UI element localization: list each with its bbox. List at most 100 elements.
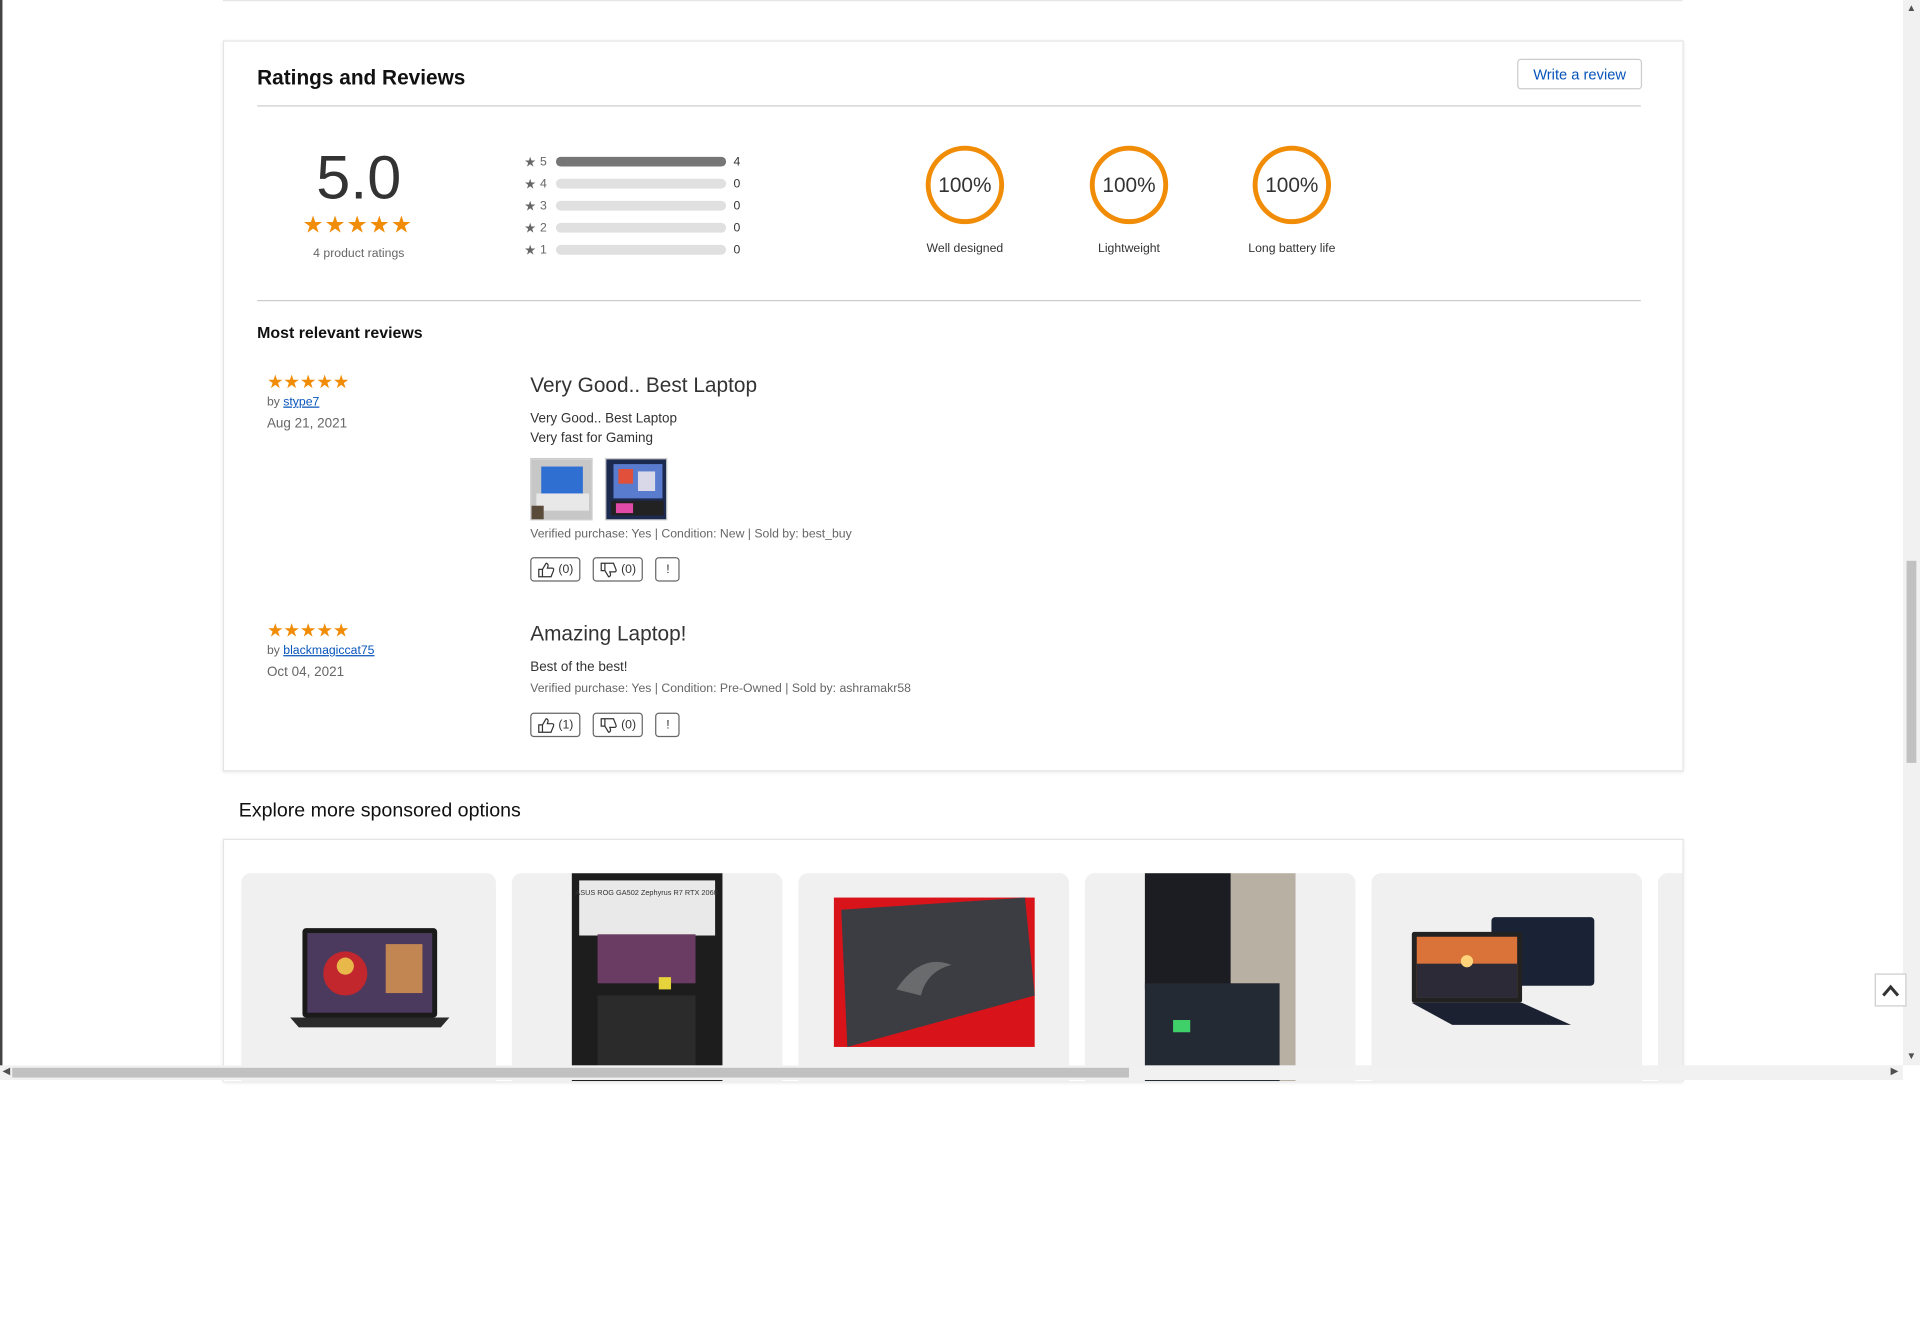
histogram-row[interactable]: ★ 4 0 [524,173,740,195]
reviews-heading: Most relevant reviews [257,323,423,342]
svg-text:100%: 100% [1265,174,1318,197]
review-text-line: Best of the best! [530,660,628,675]
histogram-row[interactable]: ★ 3 0 [524,195,740,217]
unhelpful-button[interactable]: (0) [592,712,644,738]
explore-heading: Explore more sponsored options [238,800,521,822]
star-icon: ★ [332,620,350,642]
average-rating: 5.0 [316,143,402,212]
write-review-button[interactable]: Write a review [1517,58,1643,90]
review-author-block: ★ ★ ★ ★ ★ by stype7 Aug 21, 2021 [267,373,349,431]
histogram-count: 0 [733,176,741,191]
histogram-count: 0 [733,243,741,257]
helpful-count: (0) [558,562,574,577]
star-icon: ★ [332,372,350,394]
review-text: Best of the best! [530,658,911,678]
scroll-up-icon[interactable]: ▲ [1907,2,1917,13]
review-title: Very Good.. Best Laptop [530,373,758,397]
product-image [290,928,450,1028]
scroll-left-icon[interactable]: ◀ [2,1065,10,1076]
product-image [833,897,1035,1047]
review-text: Very Good.. Best Laptop Very fast for Ga… [530,409,852,448]
product-image [1144,873,1296,1082]
star-icon: ★ [324,213,346,239]
review-date: Aug 21, 2021 [266,416,348,432]
star-icon: ★ [316,620,333,642]
ratings-count: 4 product ratings [313,247,405,261]
review-stars: ★ ★ ★ ★ ★ [267,373,349,391]
star-icon: ★ [524,221,537,236]
aspect-well-designed: 100% Well designed [898,144,1033,256]
chevron-up-icon [1882,983,1900,996]
thumbs-up-icon [538,717,555,733]
review-feedback: (1) (0) ! [530,712,911,738]
review-feedback: (0) (0) ! [530,557,852,582]
svg-text:100%: 100% [938,174,991,197]
rating-histogram: ★ 5 4 ★ 4 0 ★ 3 0 ★ 2 0 ★ 1 0 [524,151,740,261]
histogram-star-level: 4 [540,176,547,191]
report-button[interactable]: ! [655,557,681,582]
star-icon: ★ [346,213,368,239]
product-tile[interactable]: ASUS ROG GA502 Zephyrus R7 RTX 2060 [511,873,783,1082]
histogram-bar [555,156,727,167]
product-tile[interactable] [1657,873,1683,1082]
scroll-down-icon[interactable]: ▼ [1907,1051,1917,1062]
histogram-row[interactable]: ★ 2 0 [524,217,740,239]
review-title: Amazing Laptop! [530,622,687,646]
review-photo[interactable] [530,457,593,521]
helpful-button[interactable]: (0) [530,557,581,582]
horizontal-scrollbar[interactable]: ◀ ▶ [0,1065,1903,1081]
helpful-button[interactable]: (1) [530,712,581,738]
helpful-count: (1) [558,718,574,732]
aspect-label: Long battery life [1248,242,1336,256]
product-tile[interactable] [798,873,1069,1082]
thumbs-down-icon [600,562,618,577]
percent-ring: 100% [1089,145,1169,225]
thumbs-down-icon [600,717,618,733]
review-text-line: Very fast for Gaming [530,431,653,446]
horizontal-scroll-thumb[interactable] [12,1067,1129,1078]
product-image [1411,917,1595,1025]
report-button[interactable]: ! [655,712,681,738]
star-icon: ★ [524,243,537,258]
back-to-top-button[interactable] [1874,973,1907,1007]
histogram-star-level: 5 [540,154,547,169]
divider [257,105,1641,107]
star-icon: ★ [299,620,317,642]
review-by: by blackmagiccat75 [267,644,375,657]
histogram-row[interactable]: ★ 5 4 [524,151,740,173]
divider [257,300,1641,302]
vertical-scroll-thumb[interactable] [1906,560,1917,763]
review-photo[interactable] [604,457,668,521]
unhelpful-count: (0) [621,718,637,732]
section-title: Ratings and Reviews [257,66,466,90]
product-tile[interactable] [1371,873,1643,1082]
review-stars: ★ ★ ★ ★ ★ [267,622,375,640]
aspect-lightweight: 100% Lightweight [1062,144,1197,256]
histogram-row[interactable]: ★ 1 0 [524,239,740,261]
star-icon: ★ [283,372,300,394]
star-icon: ★ [524,154,537,170]
product-tile[interactable] [241,873,496,1082]
svg-text:100%: 100% [1102,174,1155,197]
histogram-bar [555,222,727,233]
histogram-count: 4 [733,154,741,169]
star-icon: ★ [283,620,300,642]
histogram-star-level: 2 [540,221,547,235]
star-icon: ★ [390,213,412,239]
star-icon: ★ [524,198,537,214]
unhelpful-button[interactable]: (0) [592,557,644,582]
scroll-right-icon[interactable]: ▶ [1891,1065,1899,1076]
review-body: Very Good.. Best Laptop Very Good.. Best… [530,373,852,582]
vertical-scrollbar[interactable]: ▲ ▼ [1902,0,1920,1066]
star-icon: ★ [266,372,284,394]
aspect-long-battery-life: 100% Long battery life [1225,144,1360,256]
unhelpful-count: (0) [621,562,637,577]
review-author-link[interactable]: stype7 [283,396,319,409]
thumbs-up-icon [538,562,555,577]
product-tile[interactable] [1084,873,1356,1082]
histogram-count: 0 [733,198,741,213]
review-meta: Verified purchase: Yes | Condition: Pre-… [530,682,911,696]
review-author-link[interactable]: blackmagiccat75 [283,644,374,657]
percent-ring: 100% [925,145,1005,225]
by-label: by [266,644,280,658]
